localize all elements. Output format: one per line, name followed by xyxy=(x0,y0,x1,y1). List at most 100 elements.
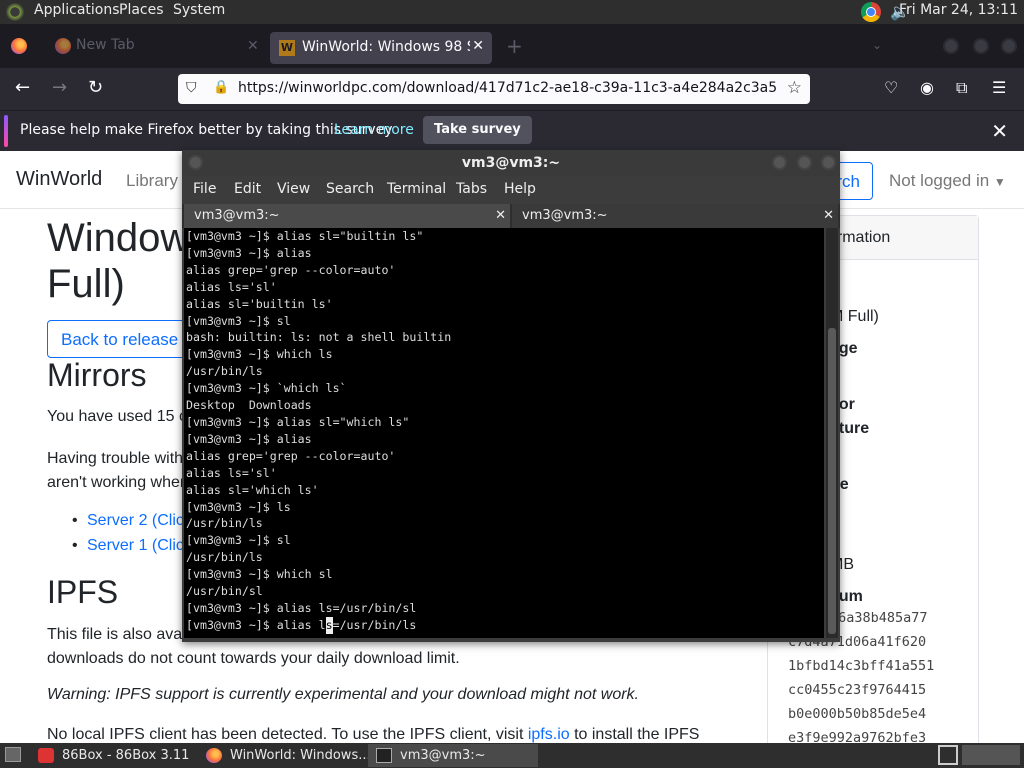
terminal-line: alias grep='grep --color=auto' xyxy=(186,448,396,463)
chrome-launcher-icon[interactable] xyxy=(861,2,881,22)
firefox-view-icon[interactable] xyxy=(11,38,27,54)
menu-places[interactable]: Places xyxy=(119,2,164,18)
text-cursor: s xyxy=(325,616,333,634)
terminal-tab-2[interactable]: vm3@vm3:~ ✕ xyxy=(512,204,838,228)
menu-applications[interactable]: Applications xyxy=(34,2,120,18)
ipfs-heading: IPFS xyxy=(47,574,119,610)
terminal-line: [vm3@vm3 ~]$ sl xyxy=(186,313,291,328)
close-window-icon[interactable] xyxy=(821,155,836,170)
url-bar[interactable]: ⛉ 🔒 https://winworldpc.com/download/417d… xyxy=(178,74,810,104)
take-survey-button[interactable]: Take survey xyxy=(423,116,532,144)
close-tab-icon[interactable]: ✕ xyxy=(823,204,834,228)
hash-line: e3f9e992a9762bfe3 xyxy=(788,730,927,743)
scrollbar-thumb[interactable] xyxy=(828,328,836,634)
terminal-line: [vm3@vm3 ~]$ alias xyxy=(186,431,312,446)
terminal-line: alias sl='which ls' xyxy=(186,482,319,497)
task-terminal[interactable]: vm3@vm3:~ xyxy=(368,744,538,767)
hash-line: b0e000b50b85de5e4 xyxy=(788,706,927,722)
forward-arrow-icon[interactable]: → xyxy=(52,78,67,98)
ipfs-local-suffix: to install the IPFS xyxy=(569,726,700,743)
login-dropdown[interactable]: Not logged in ▼ xyxy=(889,171,1006,191)
close-icon[interactable]: ✕ xyxy=(991,119,1008,143)
menu-search[interactable]: Search xyxy=(326,181,374,197)
bookmark-star-icon[interactable]: ☆ xyxy=(787,78,802,98)
workspace-switcher-2[interactable] xyxy=(962,745,1020,765)
learn-more-link[interactable]: Learn more xyxy=(334,122,414,138)
firefox-icon xyxy=(206,748,222,763)
nav-library[interactable]: Library xyxy=(126,171,178,191)
maximize-window-icon[interactable] xyxy=(973,38,989,54)
menu-tabs[interactable]: Tabs xyxy=(456,181,487,197)
task-label: 86Box - 86Box 3.11 xyxy=(62,748,190,763)
terminal-line: alias ls='sl' xyxy=(186,465,277,480)
terminal-lines: [vm3@vm3 ~]$ alias sl="builtin ls" [vm3@… xyxy=(184,228,824,634)
task-86box[interactable]: 86Box - 86Box 3.11 xyxy=(30,744,198,767)
caret-down-icon: ▼ xyxy=(993,175,1006,189)
terminal-tab-1[interactable]: vm3@vm3:~ ✕ xyxy=(184,204,510,228)
terminal-line: bash: builtin: ls: not a shell builtin xyxy=(186,330,452,345)
terminal-line: alias ls='sl' xyxy=(186,279,277,294)
server-2-link[interactable]: Server 2 (Clic xyxy=(72,512,184,530)
terminal-titlebar[interactable]: vm3@vm3:~ xyxy=(182,150,840,176)
menu-help[interactable]: Help xyxy=(504,181,536,197)
hamburger-menu-icon[interactable]: ☰ xyxy=(992,78,1006,97)
terminal-line: /usr/bin/ls xyxy=(186,364,263,379)
close-tab-icon[interactable]: ✕ xyxy=(495,204,506,228)
new-tab-plus-icon[interactable]: + xyxy=(506,36,523,56)
maximize-window-icon[interactable] xyxy=(797,155,812,170)
terminal-line: alias sl='builtin ls' xyxy=(186,296,333,311)
prompt-text-before-cursor: [vm3@vm3 ~]$ alias l xyxy=(186,617,326,632)
download-usage-text: You have used 15 c xyxy=(47,408,187,425)
ipfs-local-prefix: No local IPFS client has been detected. … xyxy=(47,726,528,743)
prompt-text-after-cursor: =/usr/bin/ls xyxy=(332,617,417,632)
distro-logo-icon[interactable] xyxy=(6,3,24,21)
terminal-tab-label: vm3@vm3:~ xyxy=(522,208,608,223)
login-dropdown-label: Not logged in xyxy=(889,171,990,190)
workspace-switcher-1[interactable] xyxy=(938,745,958,765)
window-menu-icon[interactable] xyxy=(188,155,203,170)
86box-icon xyxy=(38,748,54,763)
menu-view[interactable]: View xyxy=(277,181,310,197)
site-brand[interactable]: WinWorld xyxy=(16,168,102,191)
tab-winworld[interactable]: W WinWorld: Windows 98 Sec ✕ xyxy=(270,32,492,64)
tab-close-icon[interactable]: ✕ xyxy=(247,38,259,54)
minimize-window-icon[interactable] xyxy=(772,155,787,170)
menu-system[interactable]: System xyxy=(173,2,225,18)
panel-clock[interactable]: Fri Mar 24, 13:11 xyxy=(899,2,1018,18)
close-window-icon[interactable] xyxy=(1001,38,1017,54)
tab-new-tab[interactable]: New Tab xyxy=(76,37,135,53)
list-all-tabs-chevron-icon[interactable]: ⌄ xyxy=(872,38,882,52)
task-label: vm3@vm3:~ xyxy=(400,748,486,763)
account-icon[interactable]: ◉ xyxy=(920,78,934,97)
terminal-line: [vm3@vm3 ~]$ `which ls` xyxy=(186,381,347,396)
ipfs-io-link[interactable]: ipfs.io xyxy=(528,726,570,743)
menu-terminal[interactable]: Terminal xyxy=(387,181,446,197)
page-title: Window Full) xyxy=(47,215,189,307)
back-arrow-icon[interactable]: ← xyxy=(15,78,30,98)
lock-icon[interactable]: 🔒 xyxy=(213,80,229,95)
menu-file[interactable]: File xyxy=(193,181,216,197)
hash-line: b6a38b485a77 xyxy=(830,610,928,626)
task-firefox[interactable]: WinWorld: Windows... xyxy=(198,744,368,767)
terminal-line: [vm3@vm3 ~]$ which sl xyxy=(186,567,333,582)
terminal-window: vm3@vm3:~ File Edit View Search Terminal… xyxy=(182,150,840,642)
extensions-puzzle-icon[interactable]: ⧉ xyxy=(956,78,967,98)
page-title-line2: Full) xyxy=(47,262,125,306)
terminal-title: vm3@vm3:~ xyxy=(461,155,561,171)
reload-icon[interactable]: ↻ xyxy=(88,78,103,98)
terminal-prompt-line: [vm3@vm3 ~]$ alias ls=/usr/bin/ls xyxy=(186,616,417,634)
ipfs-warning: Warning: IPFS support is currently exper… xyxy=(47,686,639,703)
terminal-scrollbar[interactable] xyxy=(826,228,838,638)
terminal-line: [vm3@vm3 ~]$ alias sl="which ls" xyxy=(186,414,410,429)
server-1-link[interactable]: Server 1 (Clic xyxy=(72,537,184,555)
show-desktop-icon[interactable] xyxy=(5,747,21,762)
pocket-icon[interactable]: ♡ xyxy=(884,78,898,97)
menu-edit[interactable]: Edit xyxy=(234,181,261,197)
terminal-line: [vm3@vm3 ~]$ ls xyxy=(186,499,291,514)
url-text[interactable]: https://winworldpc.com/download/417d71c2… xyxy=(238,80,777,96)
top-panel: Applications Places System 🔈 Fri Mar 24,… xyxy=(0,0,1024,24)
tracking-shield-icon[interactable]: ⛉ xyxy=(186,80,197,96)
minimize-window-icon[interactable] xyxy=(943,38,959,54)
terminal-output[interactable]: [vm3@vm3 ~]$ alias sl="builtin ls" [vm3@… xyxy=(184,228,824,638)
tab-close-icon[interactable]: ✕ xyxy=(472,38,484,54)
